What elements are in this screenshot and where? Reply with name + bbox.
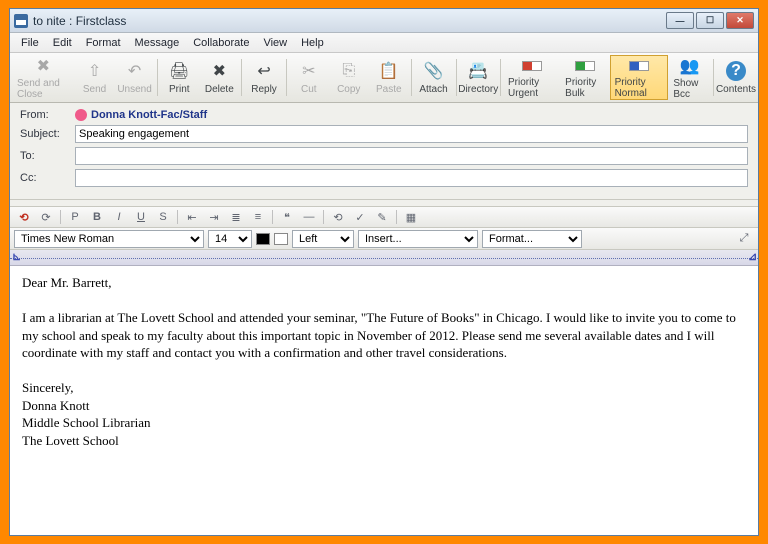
bg-color-swatch[interactable]: [274, 233, 288, 245]
menu-collaborate[interactable]: Collaborate: [186, 37, 256, 49]
format-toolbar: ⟲ ⟳ P B I U S ⇤ ⇥ ≣ ≡ ❝ — ⟲ ✓ ✎ ▦: [10, 206, 758, 228]
avatar-icon: [75, 109, 87, 121]
attach-icon: 📎: [423, 60, 445, 82]
reply-button[interactable]: ↩Reply: [244, 55, 284, 100]
color-button[interactable]: ▦: [401, 208, 421, 226]
format-select[interactable]: Format...: [482, 230, 582, 248]
body-sig2: Middle School Librarian: [22, 414, 746, 432]
cc-label: Cc:: [20, 172, 75, 184]
underline-button[interactable]: U: [131, 208, 151, 226]
redo-button[interactable]: ⟳: [36, 208, 56, 226]
menu-help[interactable]: Help: [294, 37, 331, 49]
clear-button[interactable]: ✎: [372, 208, 392, 226]
priority-normal-button[interactable]: Priority Normal: [610, 55, 669, 100]
window-title: to nite : Firstclass: [33, 14, 664, 28]
select-bar: Times New Roman 14 Left Insert... Format…: [10, 228, 758, 250]
quote-button[interactable]: ❝: [277, 208, 297, 226]
align-select[interactable]: Left: [292, 230, 354, 248]
delete-icon: ✖: [208, 60, 230, 82]
cut-button: ✂Cut: [289, 55, 329, 100]
titlebar: to nite : Firstclass — ☐ ✕: [10, 9, 758, 33]
send-button: ⇧Send: [75, 55, 115, 100]
directory-button[interactable]: 📇Directory: [458, 55, 498, 100]
send-and-close-button: ✖Send and Close: [12, 55, 75, 100]
contents-icon: ?: [725, 60, 747, 82]
subject-label: Subject:: [20, 128, 75, 140]
directory-icon: 📇: [467, 60, 489, 82]
size-select[interactable]: 14: [208, 230, 252, 248]
menu-file[interactable]: File: [14, 37, 46, 49]
numbers-button[interactable]: ≡: [248, 208, 268, 226]
send-and-close-icon: ✖: [32, 56, 54, 76]
menubar: File Edit Format Message Collaborate Vie…: [10, 33, 758, 53]
ruler: ⊾ ⊿: [10, 250, 758, 266]
body-greeting: Dear Mr. Barrett,: [22, 274, 746, 292]
expand-icon[interactable]: ⤢: [734, 230, 754, 248]
menu-format[interactable]: Format: [79, 37, 128, 49]
message-body[interactable]: Dear Mr. Barrett, I am a librarian at Th…: [10, 266, 758, 535]
maximize-button[interactable]: ☐: [696, 12, 724, 29]
ruler-left-marker[interactable]: ⊾: [12, 250, 20, 264]
from-label: From:: [20, 109, 75, 121]
minimize-button[interactable]: —: [666, 12, 694, 29]
app-window: to nite : Firstclass — ☐ ✕ File Edit For…: [9, 8, 759, 536]
show-bcc-icon: 👥: [679, 56, 701, 76]
reply-icon: ↩: [253, 60, 275, 82]
delete-button[interactable]: ✖Delete: [199, 55, 239, 100]
menu-view[interactable]: View: [256, 37, 294, 49]
italic-button[interactable]: I: [109, 208, 129, 226]
paste-icon: 📋: [378, 60, 400, 82]
menu-edit[interactable]: Edit: [46, 37, 79, 49]
text-color-swatch[interactable]: [256, 233, 270, 245]
priority-urgent-icon: [521, 56, 543, 75]
outdent-button[interactable]: ⇤: [182, 208, 202, 226]
message-headers: From: Donna Knott-Fac/Staff Subject: To:…: [10, 103, 758, 200]
copy-icon: ⎘: [338, 60, 360, 82]
paste-button: 📋Paste: [369, 55, 409, 100]
priority-bulk-icon: [574, 56, 596, 75]
to-label: To:: [20, 150, 75, 162]
print-icon: 🖨: [168, 60, 190, 82]
hr-button[interactable]: —: [299, 208, 319, 226]
menu-message[interactable]: Message: [128, 37, 187, 49]
subject-input[interactable]: [75, 125, 748, 143]
unsend-button: ↶Unsend: [115, 55, 155, 100]
link-button[interactable]: ⟲: [328, 208, 348, 226]
body-para: I am a librarian at The Lovett School an…: [22, 309, 746, 362]
ruler-right-marker[interactable]: ⊿: [748, 250, 756, 264]
contents-button[interactable]: ?Contents: [716, 55, 756, 100]
show-bcc-button[interactable]: 👥Show Bcc: [668, 55, 711, 100]
body-sig3: The Lovett School: [22, 432, 746, 450]
indent-button[interactable]: ⇥: [204, 208, 224, 226]
close-button[interactable]: ✕: [726, 12, 754, 29]
bullets-button[interactable]: ≣: [226, 208, 246, 226]
attach-button[interactable]: 📎Attach: [414, 55, 454, 100]
from-value: Donna Knott-Fac/Staff: [75, 109, 207, 121]
plain-button[interactable]: P: [65, 208, 85, 226]
check-button[interactable]: ✓: [350, 208, 370, 226]
strike-button[interactable]: S: [153, 208, 173, 226]
copy-button: ⎘Copy: [329, 55, 369, 100]
priority-urgent-button[interactable]: Priority Urgent: [503, 55, 560, 100]
app-icon: [14, 14, 28, 28]
unsend-icon: ↶: [124, 60, 146, 82]
font-select[interactable]: Times New Roman: [14, 230, 204, 248]
insert-select[interactable]: Insert...: [358, 230, 478, 248]
body-sig1: Donna Knott: [22, 397, 746, 415]
cc-input[interactable]: [75, 169, 748, 187]
print-button[interactable]: 🖨Print: [159, 55, 199, 100]
priority-normal-icon: [628, 56, 650, 75]
bold-button[interactable]: B: [87, 208, 107, 226]
body-closing: Sincerely,: [22, 379, 746, 397]
send-icon: ⇧: [84, 60, 106, 82]
undo-button[interactable]: ⟲: [14, 208, 34, 226]
toolbar: ✖Send and Close⇧Send↶Unsend🖨Print✖Delete…: [10, 53, 758, 103]
cut-icon: ✂: [298, 60, 320, 82]
to-input[interactable]: [75, 147, 748, 165]
priority-bulk-button[interactable]: Priority Bulk: [560, 55, 609, 100]
